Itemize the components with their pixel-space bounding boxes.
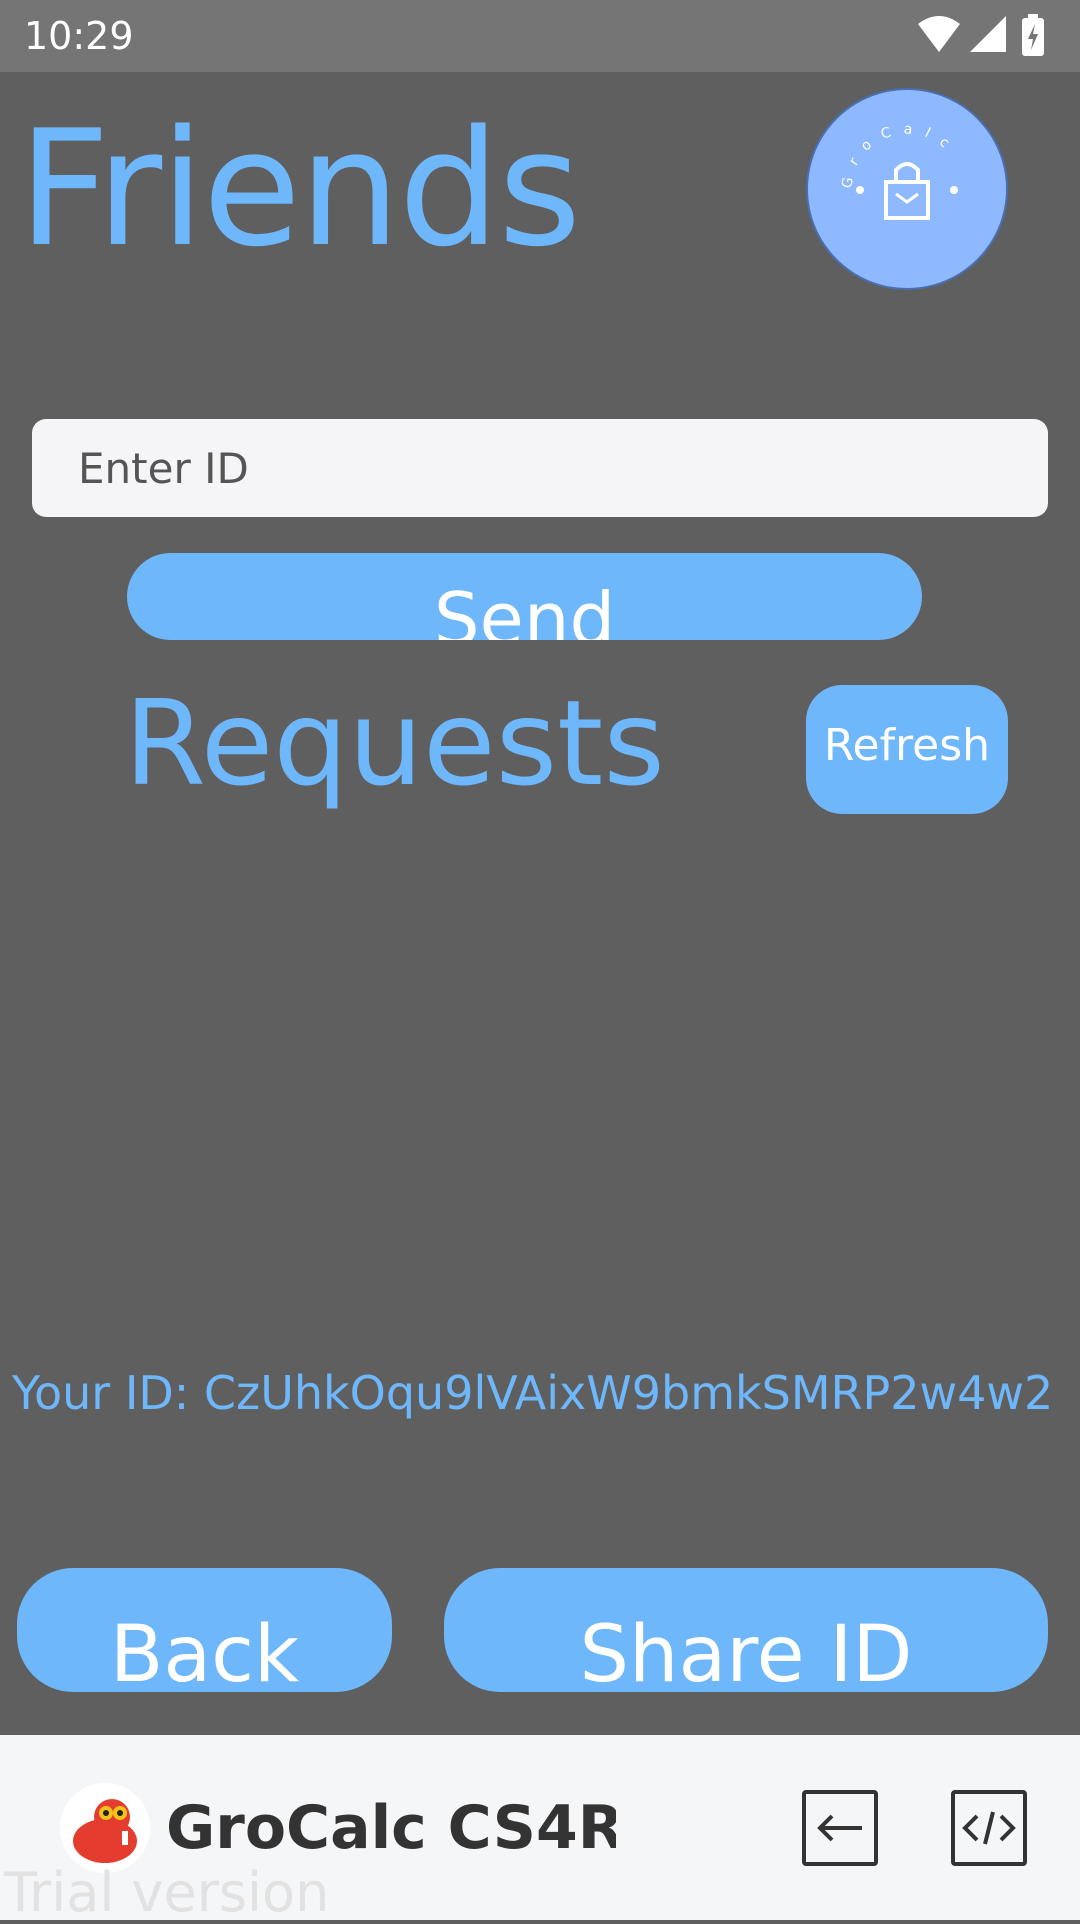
back-button-label: Back bbox=[109, 1610, 300, 1692]
status-time: 10:29 bbox=[24, 14, 134, 58]
status-bar: 10:29 bbox=[0, 0, 1080, 72]
cell-signal-icon bbox=[970, 16, 1006, 52]
page-title: Friends bbox=[18, 95, 581, 282]
logo-text: GroCalc bbox=[839, 121, 949, 189]
exit-icon[interactable] bbox=[802, 1790, 878, 1866]
status-icons bbox=[916, 14, 1056, 58]
svg-text:GroCalc: GroCalc bbox=[839, 121, 961, 189]
mascot-icon bbox=[73, 1799, 137, 1863]
send-button-label: Send bbox=[433, 577, 616, 640]
refresh-button[interactable]: Refresh bbox=[806, 685, 1008, 814]
app-bar: GroCalc CS4R... Trial version bbox=[0, 1735, 1080, 1924]
trial-watermark: Trial version bbox=[4, 1861, 330, 1924]
send-button[interactable]: Send bbox=[127, 553, 922, 640]
requests-heading: Requests bbox=[124, 674, 665, 812]
shopping-bag-icon: GroCalc bbox=[839, 121, 961, 220]
battery-charging-icon bbox=[1022, 14, 1044, 56]
back-button[interactable]: Back bbox=[17, 1568, 392, 1692]
refresh-button-label: Refresh bbox=[823, 720, 991, 771]
wifi-icon bbox=[918, 16, 960, 52]
share-id-button[interactable]: Share ID bbox=[444, 1568, 1048, 1692]
app-name: GroCalc CS4R... bbox=[166, 1793, 616, 1863]
friend-id-input[interactable] bbox=[32, 419, 1048, 517]
app-logo: GroCalc bbox=[808, 90, 1006, 288]
app-avatar bbox=[60, 1783, 150, 1873]
code-icon[interactable] bbox=[951, 1790, 1027, 1866]
user-id-text: Your ID: CzUhkOqu9lVAixW9bmkSMRP2w4w2 bbox=[12, 1366, 1054, 1420]
requests-list bbox=[0, 830, 1080, 1330]
share-id-button-label: Share ID bbox=[579, 1610, 913, 1692]
